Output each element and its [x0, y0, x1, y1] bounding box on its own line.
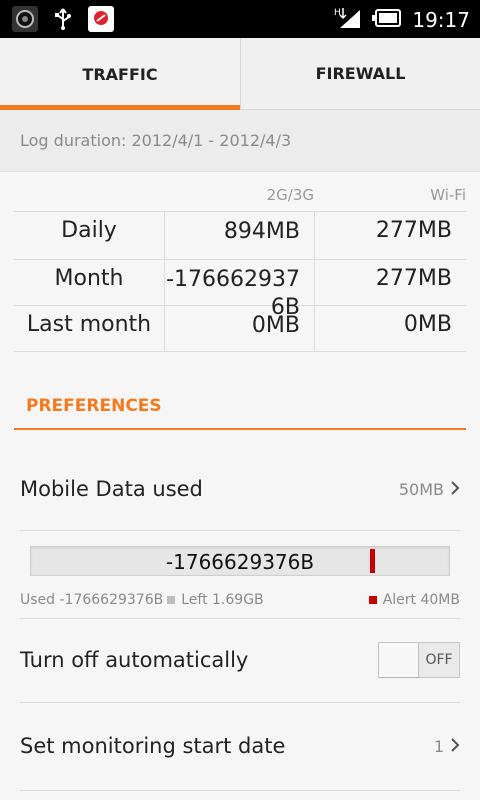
status-bar: H 19:17	[0, 0, 480, 38]
alert-swatch	[368, 596, 377, 604]
start-date-row[interactable]: Set monitoring start date 1	[20, 726, 460, 766]
row-label: Month	[54, 266, 124, 291]
start-date-label: Set monitoring start date	[20, 734, 286, 758]
turn-off-toggle[interactable]: OFF	[378, 642, 460, 678]
table-header: 2G/3G Wi-Fi	[14, 186, 466, 212]
alert-marker	[370, 549, 375, 573]
log-duration-text: Log duration: 2012/4/1 - 2012/4/3	[20, 131, 292, 150]
tab-traffic[interactable]: TRAFFIC	[0, 38, 240, 110]
header-mobile: 2G/3G	[266, 186, 314, 204]
mobile-value: 0MB	[164, 306, 314, 351]
legend-alert: Alert 40MB	[382, 592, 460, 608]
used-swatch	[167, 596, 176, 604]
system-icons: H 19:17	[334, 6, 470, 34]
wifi-value: 0MB	[314, 306, 466, 351]
clock: 19:17	[412, 8, 470, 32]
table-row: Last month 0MB 0MB	[14, 306, 466, 352]
divider	[20, 702, 460, 703]
divider	[20, 530, 460, 531]
usb-icon	[50, 6, 76, 32]
turn-off-row: Turn off automatically OFF	[20, 640, 460, 680]
mobile-data-label: Mobile Data used	[20, 477, 203, 501]
mobile-data-used-row[interactable]: Mobile Data used 50MB	[20, 466, 460, 512]
legend-used-left: Used -1766629376B Left 1.69GB	[20, 592, 264, 608]
chevron-right-icon	[450, 737, 460, 756]
row-label: Last month	[26, 312, 152, 337]
turn-off-label: Turn off automatically	[20, 648, 249, 672]
divider	[20, 790, 460, 791]
table-row: Daily 894MB 277MB	[14, 212, 466, 260]
hsdpa-signal-icon: H	[334, 6, 362, 34]
row-label: Daily	[61, 218, 117, 243]
start-date-value: 1	[433, 736, 444, 756]
mobile-data-value-group: 50MB	[399, 480, 460, 499]
legend-alert-group: Alert 40MB	[365, 592, 460, 608]
usage-legend: Used -1766629376B Left 1.69GB Alert 40MB	[20, 590, 460, 610]
tab-bar: TRAFFIC FIREWALL	[0, 38, 480, 110]
svg-text:H: H	[334, 8, 341, 18]
header-wifi: Wi-Fi	[430, 186, 466, 204]
antivirus-icon	[88, 6, 114, 32]
traffic-table: 2G/3G Wi-Fi Daily 894MB 277MB Month -176…	[14, 186, 466, 352]
mobile-value: -1766629376B	[164, 260, 314, 320]
wifi-value: 277MB	[314, 212, 466, 259]
usage-bar-text: -1766629376B	[165, 550, 315, 574]
legend-left: Left 1.69GB	[181, 592, 264, 608]
log-duration-bar: Log duration: 2012/4/1 - 2012/4/3	[0, 110, 480, 172]
divider	[20, 618, 460, 619]
chevron-right-icon	[450, 480, 460, 499]
wifi-value: 277MB	[314, 260, 466, 305]
preferences-divider	[14, 428, 466, 430]
notification-icons	[12, 6, 114, 32]
table-row: Month -1766629376B 277MB	[14, 260, 466, 320]
toggle-state: OFF	[425, 652, 453, 668]
app-icon	[12, 6, 38, 32]
start-date-value-group: 1	[434, 737, 460, 756]
mobile-value: 894MB	[164, 212, 314, 259]
usage-progress-bar: -1766629376B	[30, 546, 450, 576]
tab-firewall[interactable]: FIREWALL	[240, 38, 480, 110]
battery-icon	[372, 9, 402, 31]
toggle-knob	[379, 643, 419, 677]
preferences-heading: PREFERENCES	[26, 396, 162, 416]
mobile-data-value: 50MB	[398, 479, 444, 499]
header-empty	[14, 186, 164, 211]
legend-used: Used -1766629376B	[20, 592, 164, 608]
